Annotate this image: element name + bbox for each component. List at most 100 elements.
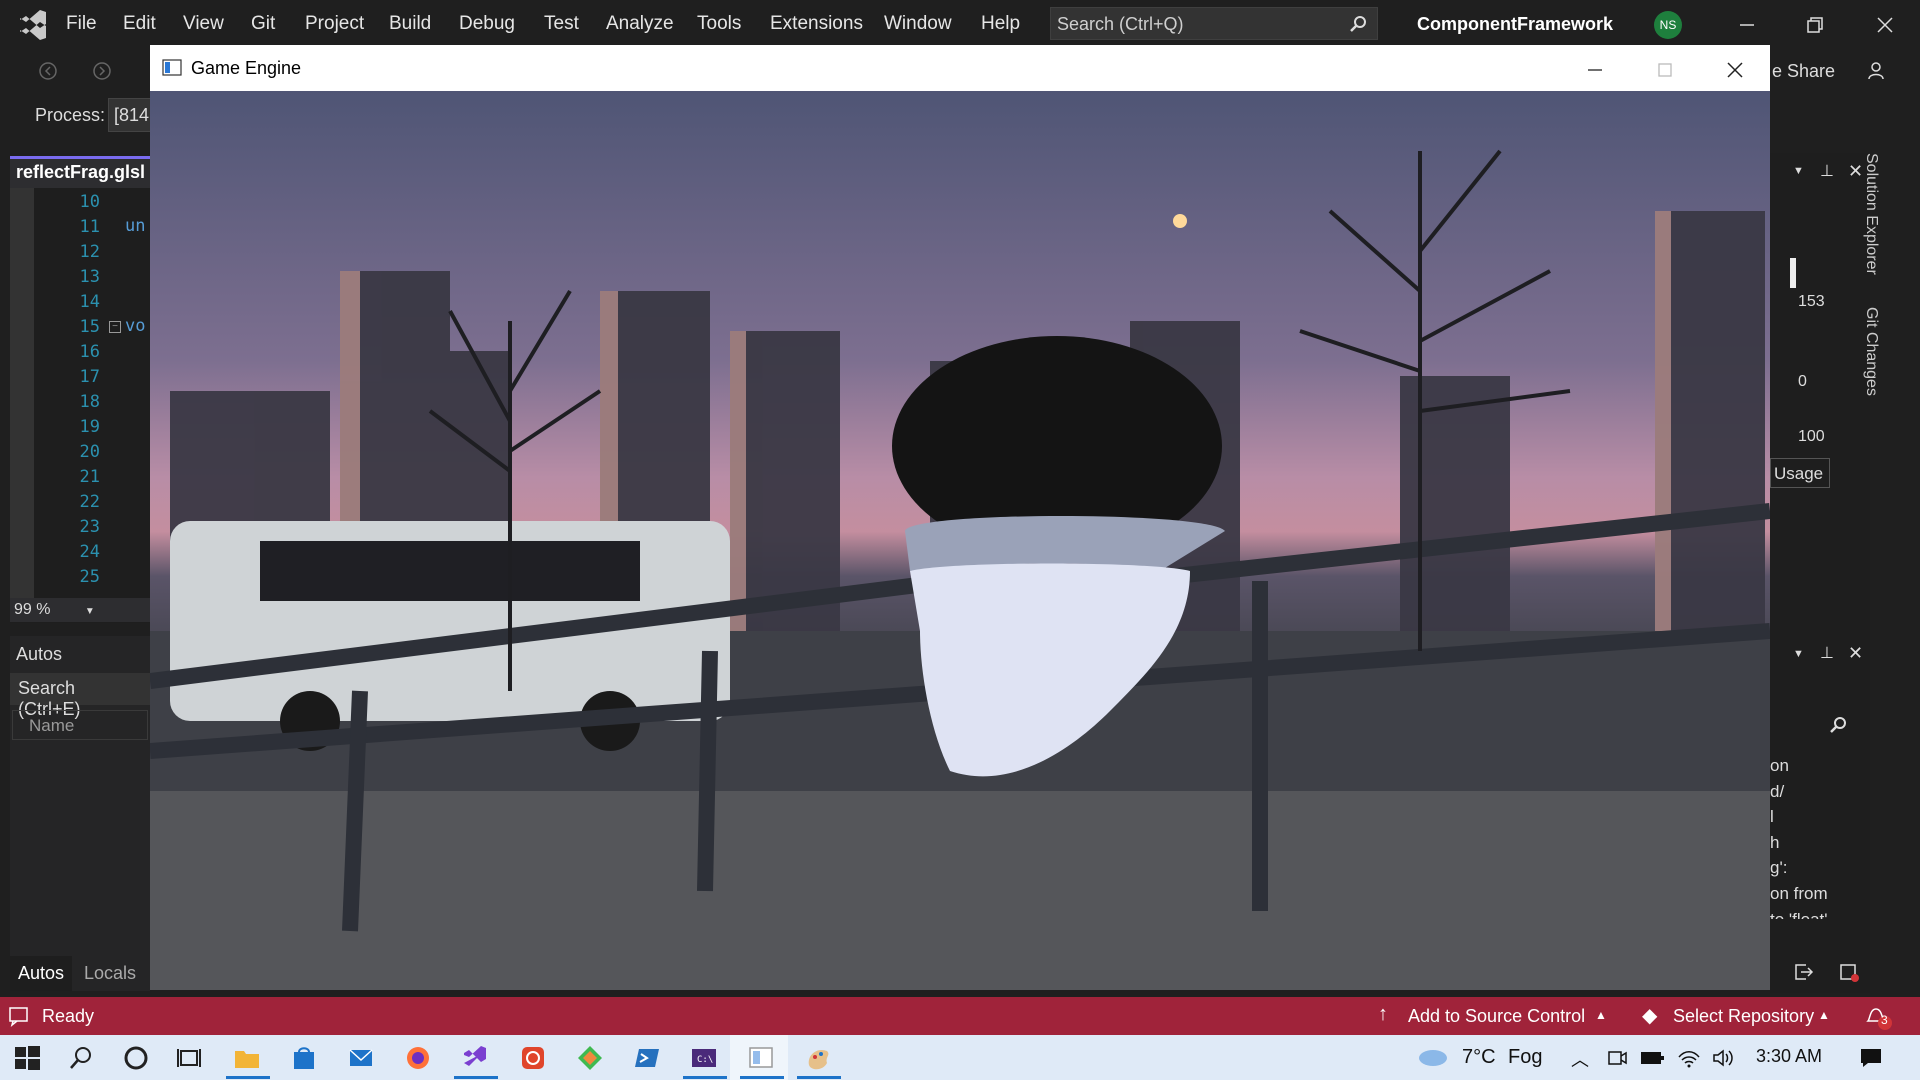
column-name-header[interactable]: Name bbox=[12, 710, 148, 740]
clear-icon[interactable] bbox=[1837, 959, 1861, 983]
process-dropdown[interactable]: [814 bbox=[108, 98, 152, 132]
windows-start-icon[interactable] bbox=[12, 1043, 42, 1073]
search-placeholder: Search (Ctrl+Q) bbox=[1057, 14, 1184, 34]
project-name: ComponentFramework bbox=[1417, 14, 1614, 34]
menu-file[interactable]: File bbox=[66, 13, 97, 35]
paint-icon[interactable] bbox=[803, 1043, 833, 1073]
search-input[interactable]: Search (Ctrl+Q) bbox=[1050, 7, 1378, 40]
close-icon[interactable] bbox=[1720, 55, 1750, 85]
tab-git-changes[interactable]: Git Changes bbox=[1862, 307, 1880, 396]
add-to-source-control-button[interactable]: Add to Source Control bbox=[1408, 1006, 1585, 1027]
zoom-value: 99 % bbox=[14, 601, 51, 618]
line-number: 13 bbox=[79, 267, 100, 287]
feedback-icon[interactable] bbox=[1866, 59, 1890, 83]
line-number: 16 bbox=[79, 342, 100, 362]
battery-icon[interactable] bbox=[1639, 1048, 1665, 1068]
task-view-icon[interactable] bbox=[174, 1043, 204, 1073]
game-engine-window[interactable]: Game Engine bbox=[150, 45, 1770, 990]
export-icon[interactable] bbox=[1792, 961, 1814, 983]
search-icon[interactable] bbox=[1828, 715, 1848, 735]
menu-analyze[interactable]: Analyze bbox=[606, 13, 674, 35]
search-icon[interactable] bbox=[66, 1043, 96, 1073]
git-branch-icon: ◆ bbox=[1642, 1005, 1658, 1027]
menu-test[interactable]: Test bbox=[544, 13, 579, 35]
visual-studio-icon[interactable] bbox=[460, 1043, 490, 1073]
menu-project[interactable]: Project bbox=[305, 13, 364, 35]
action-center-icon[interactable] bbox=[1858, 1046, 1884, 1070]
output-line: on from bbox=[1770, 883, 1828, 903]
output-line: to 'float' bbox=[1770, 907, 1860, 919]
menu-git[interactable]: Git bbox=[251, 13, 275, 35]
game-viewport[interactable] bbox=[150, 91, 1770, 990]
forward-icon[interactable] bbox=[92, 61, 112, 81]
avatar[interactable]: NS bbox=[1654, 11, 1682, 39]
cortana-icon[interactable] bbox=[121, 1043, 151, 1073]
wifi-icon[interactable] bbox=[1677, 1047, 1701, 1069]
active-indicator bbox=[226, 1076, 270, 1079]
menu-window[interactable]: Window bbox=[884, 13, 952, 35]
menu-debug[interactable]: Debug bbox=[459, 13, 515, 35]
autos-search-input[interactable]: Search (Ctrl+E) bbox=[10, 673, 150, 719]
dropdown-icon[interactable]: ▼ bbox=[1793, 648, 1804, 660]
tab-autos[interactable]: Autos bbox=[10, 956, 72, 991]
process-value: [814 bbox=[114, 105, 150, 125]
caret-up-icon: ▲ bbox=[1818, 1008, 1830, 1022]
weather-temperature[interactable]: 7°C bbox=[1462, 1046, 1496, 1069]
pin-icon[interactable]: ⊥ bbox=[1820, 643, 1834, 663]
scene-render bbox=[150, 149, 1770, 990]
terminal-icon[interactable]: C:\ bbox=[689, 1043, 719, 1073]
game-window-titlebar[interactable]: Game Engine bbox=[150, 45, 1770, 91]
menu-build[interactable]: Build bbox=[389, 13, 431, 35]
select-repository-button[interactable]: Select Repository bbox=[1673, 1006, 1814, 1027]
ready-icon bbox=[9, 1007, 28, 1027]
dropdown-icon[interactable]: ▼ bbox=[1793, 165, 1804, 177]
live-share-button[interactable]: e Share bbox=[1772, 61, 1835, 82]
close-panel-icon[interactable]: ✕ bbox=[1848, 161, 1863, 182]
close-icon[interactable] bbox=[1870, 10, 1900, 40]
app-icon[interactable] bbox=[518, 1043, 548, 1073]
zoom-dropdown[interactable]: 99 % ▼ bbox=[10, 598, 150, 622]
menu-edit[interactable]: Edit bbox=[123, 13, 156, 35]
output-line: h bbox=[1770, 832, 1780, 852]
file-explorer-icon[interactable] bbox=[232, 1043, 262, 1073]
menu-help[interactable]: Help bbox=[981, 13, 1020, 35]
window-app-icon bbox=[162, 59, 182, 76]
meet-now-icon[interactable] bbox=[1606, 1047, 1628, 1069]
weather-condition[interactable]: Fog bbox=[1508, 1046, 1542, 1069]
firefox-icon[interactable] bbox=[403, 1043, 433, 1073]
close-panel-icon[interactable]: ✕ bbox=[1848, 643, 1863, 664]
active-indicator bbox=[454, 1076, 498, 1079]
app-icon[interactable] bbox=[575, 1043, 605, 1073]
tab-usage[interactable]: Usage bbox=[1770, 458, 1830, 488]
process-label: Process: bbox=[35, 105, 106, 125]
line-number: 25 bbox=[79, 567, 100, 587]
menu-extensions[interactable]: Extensions bbox=[770, 13, 863, 35]
active-indicator bbox=[797, 1076, 841, 1079]
collapse-toggle[interactable]: − bbox=[109, 321, 121, 333]
minimize-icon[interactable] bbox=[1580, 55, 1610, 85]
back-icon[interactable] bbox=[38, 61, 58, 81]
tab-solution-explorer[interactable]: Solution Explorer bbox=[1862, 153, 1880, 275]
game-window-title: Game Engine bbox=[191, 58, 302, 78]
pin-icon[interactable]: ⊥ bbox=[1820, 161, 1834, 181]
menu-view[interactable]: View bbox=[183, 13, 224, 35]
code-text: un bbox=[125, 216, 146, 236]
clock-time[interactable]: 3:30 AM bbox=[1756, 1046, 1822, 1067]
store-icon[interactable] bbox=[289, 1043, 319, 1073]
minimize-icon[interactable] bbox=[1732, 10, 1762, 40]
tab-reflectfrag[interactable]: reflectFrag.glsl bbox=[10, 156, 150, 188]
restore-icon[interactable] bbox=[1800, 10, 1830, 40]
mail-icon[interactable] bbox=[346, 1043, 376, 1073]
output-line: on bbox=[1770, 756, 1789, 775]
powershell-icon[interactable] bbox=[632, 1043, 662, 1073]
chevron-up-icon[interactable]: ︿ bbox=[1571, 1046, 1589, 1072]
graph-marker bbox=[1790, 258, 1796, 288]
tab-locals[interactable]: Locals bbox=[76, 956, 150, 991]
active-app-highlight bbox=[730, 1035, 788, 1080]
output-line: l bbox=[1770, 807, 1774, 827]
maximize-icon[interactable] bbox=[1650, 55, 1680, 85]
menu-tools[interactable]: Tools bbox=[697, 13, 741, 35]
output-line: g': bbox=[1770, 858, 1788, 878]
volume-icon[interactable] bbox=[1711, 1047, 1735, 1069]
weather-fog-icon bbox=[1419, 1050, 1447, 1066]
